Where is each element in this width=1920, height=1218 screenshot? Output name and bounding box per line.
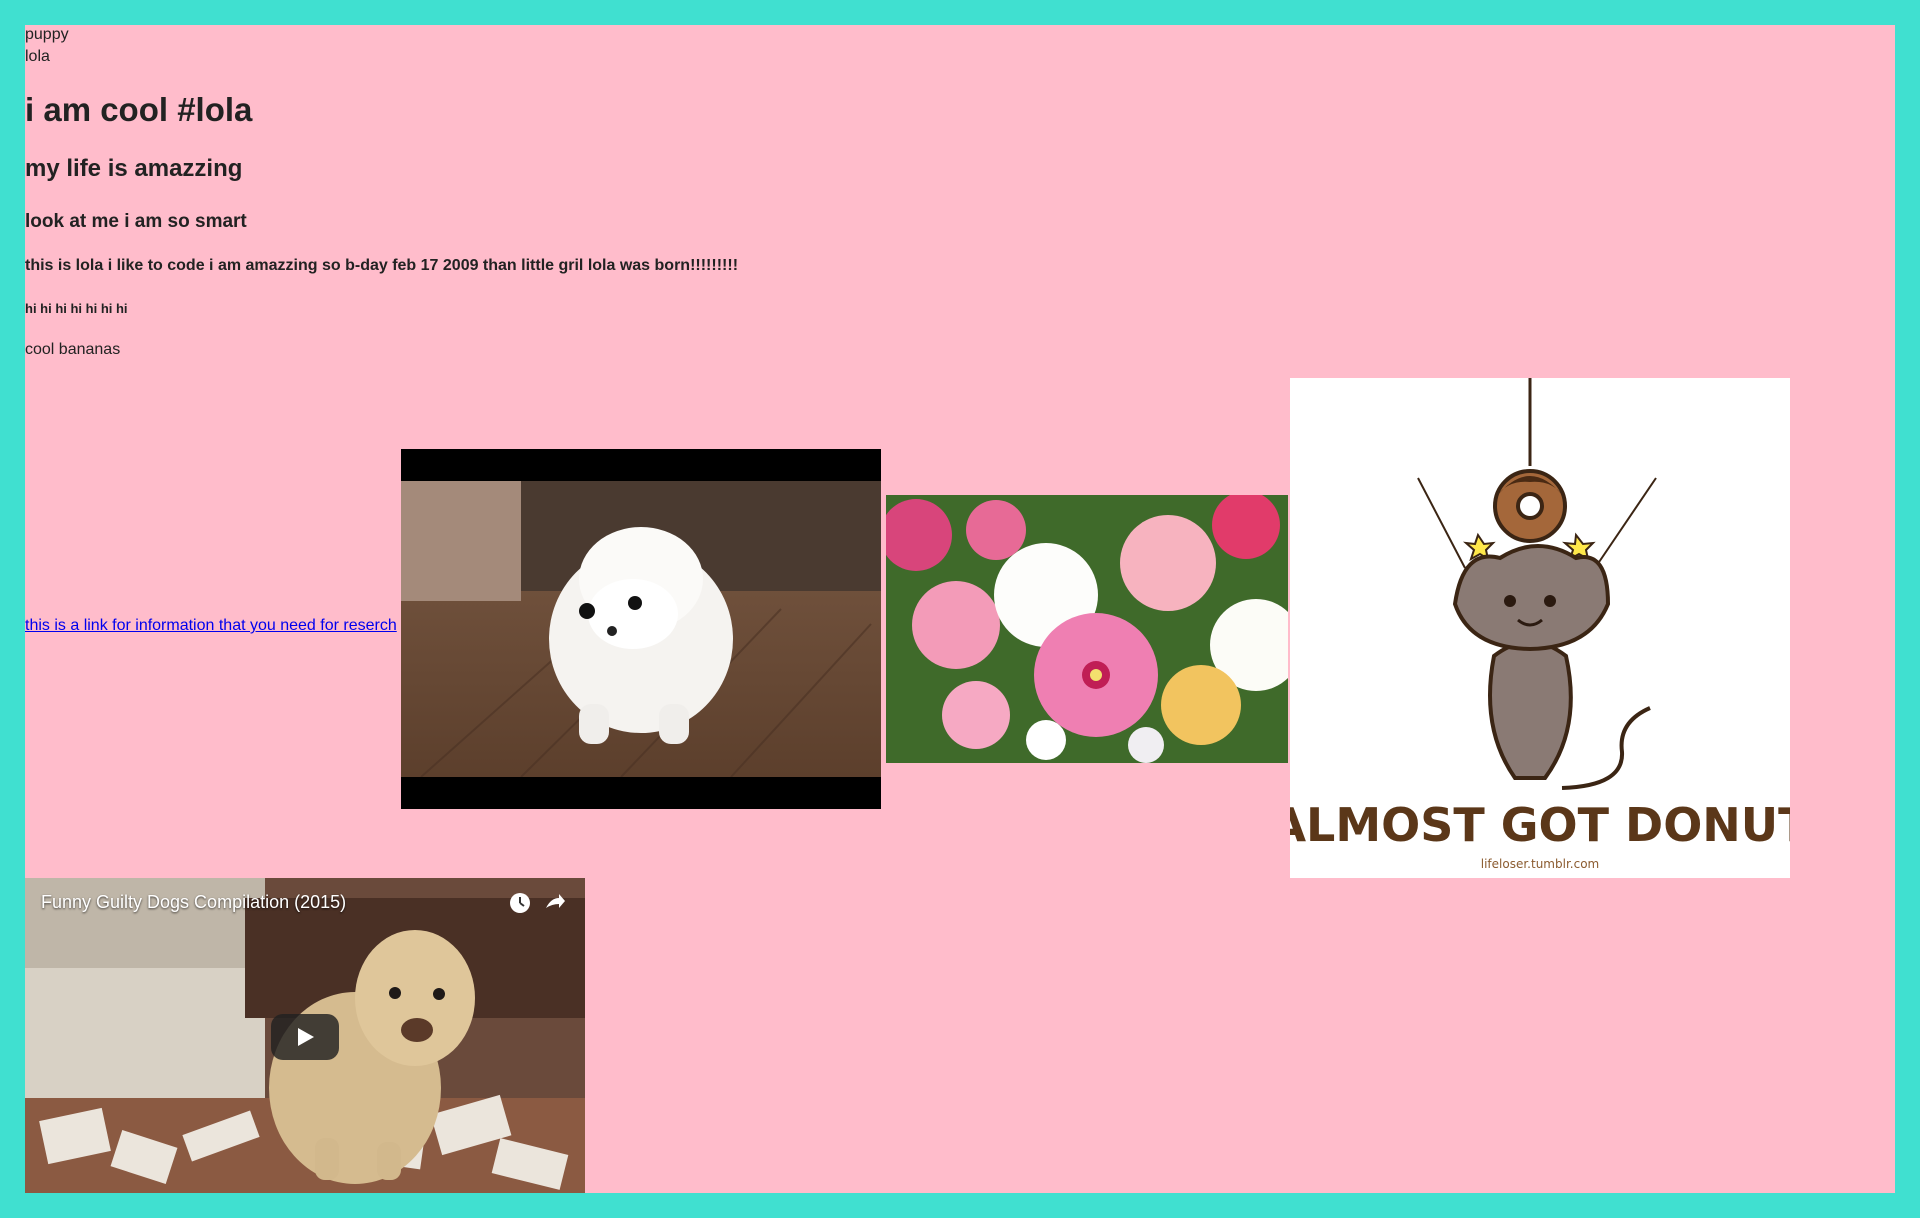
heading-4: this is lola i like to code i am amazzin…: [25, 257, 739, 274]
play-icon[interactable]: [271, 1014, 339, 1060]
heading-1: i am cool #lola: [25, 91, 253, 128]
paragraph-cool-bananas: cool bananas: [25, 341, 121, 358]
cat-credit-text: lifeloser.tumblr.com: [1481, 857, 1599, 871]
share-icon[interactable]: [541, 890, 567, 916]
flowers-image: [886, 495, 1288, 763]
cat-caption-text: ALMOST GOT DONUT: [1290, 798, 1790, 852]
embedded-video[interactable]: Funny Guilty Dogs Compilation (2015): [25, 878, 585, 1193]
heading-2: my life is amazzing: [25, 155, 243, 182]
heading-3: look at me i am so smart: [25, 211, 247, 232]
puppy-image: [401, 449, 881, 809]
text-lola: lola: [25, 48, 50, 65]
clock-icon[interactable]: [507, 890, 533, 916]
video-title: Funny Guilty Dogs Compilation (2015): [41, 892, 347, 912]
heading-5: hi hi hi hi hi hi hi: [25, 301, 128, 316]
research-link[interactable]: this is a link for information that you …: [25, 617, 397, 635]
cat-donut-image: ALMOST GOT DONUT lifeloser.tumblr.com: [1290, 378, 1790, 878]
text-puppy: puppy: [25, 26, 69, 43]
page-body: puppy lola i am cool #lola my life is am…: [25, 25, 1895, 1193]
